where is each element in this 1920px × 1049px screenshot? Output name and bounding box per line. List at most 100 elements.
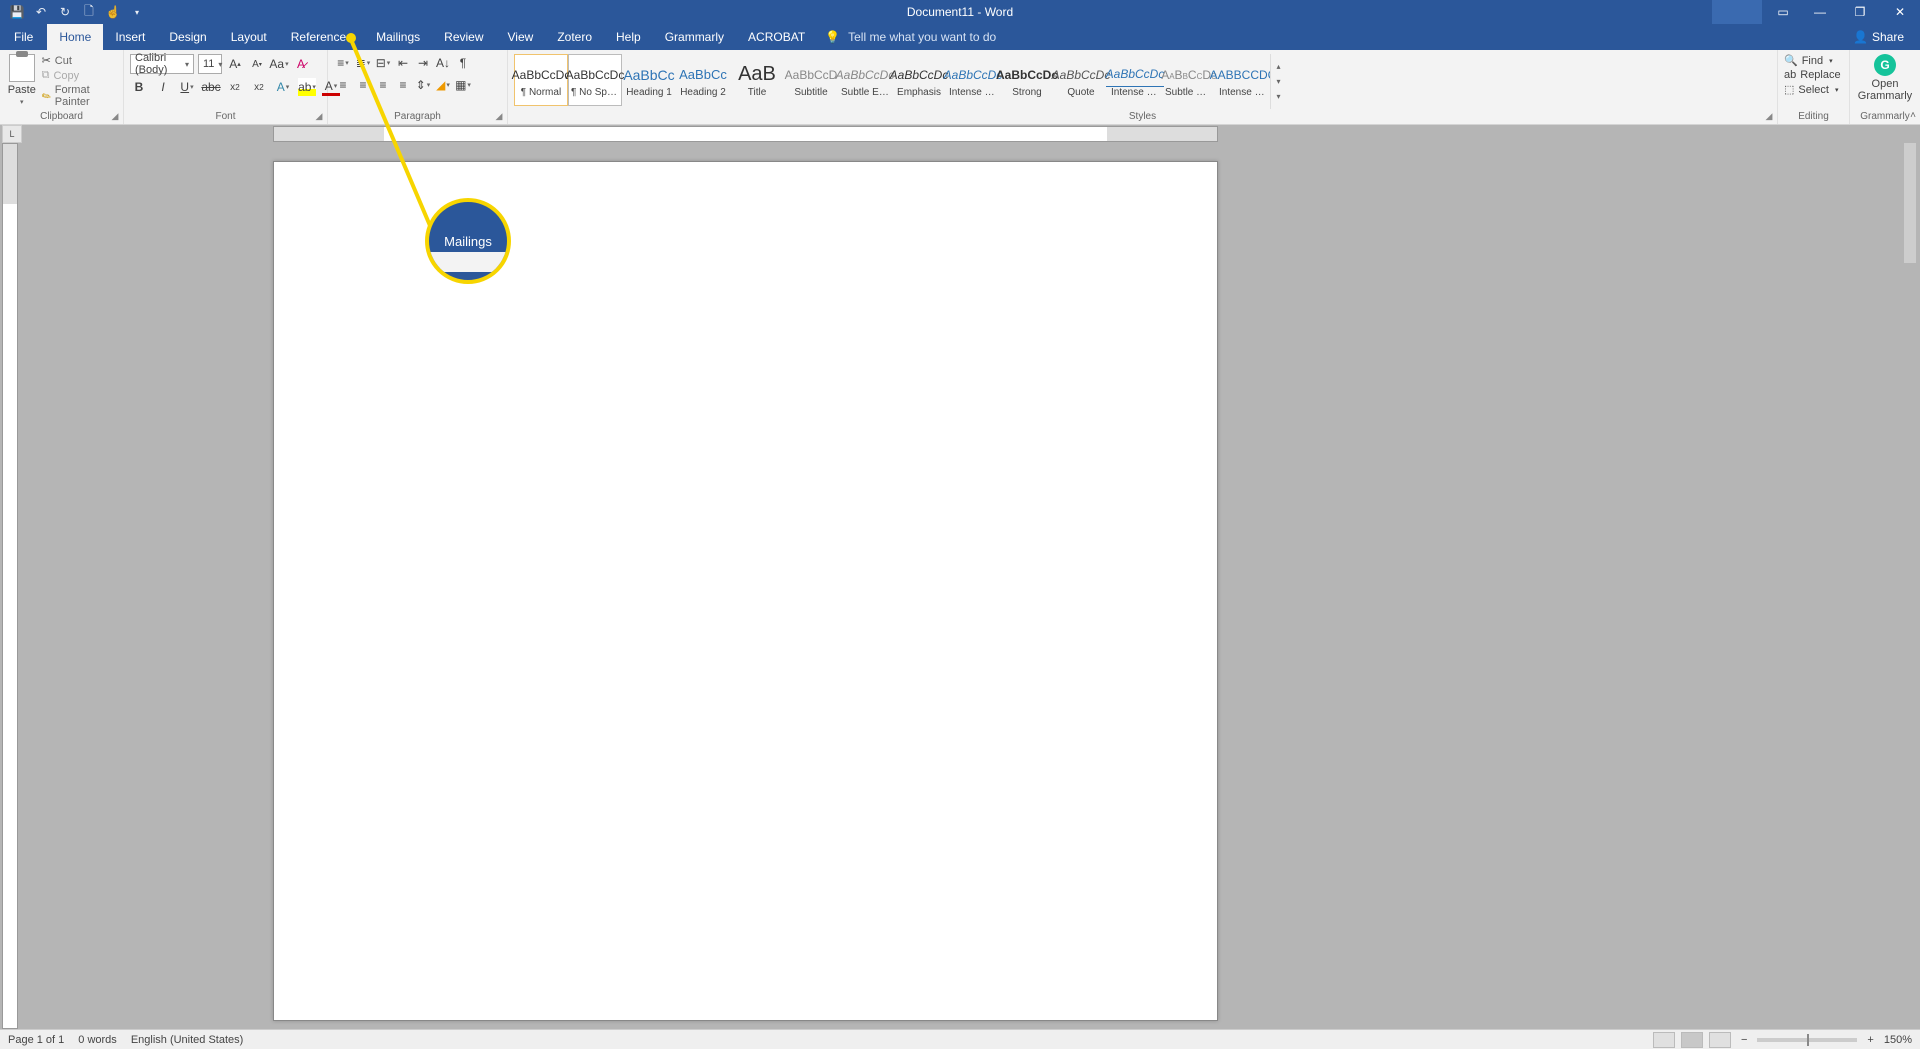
zoom-level[interactable]: 150% xyxy=(1884,1034,1912,1046)
line-spacing-icon[interactable]: ⇕ xyxy=(414,76,432,94)
save-icon[interactable]: 💾 xyxy=(10,5,24,19)
clipboard-dialog-launcher[interactable]: ◢ xyxy=(109,110,121,122)
align-right-icon[interactable]: ≡ xyxy=(374,76,392,94)
decrease-indent-icon[interactable]: ⇤ xyxy=(394,54,412,72)
style-emphasis[interactable]: AaBbCcDcEmphasis xyxy=(892,54,946,106)
shrink-font-icon[interactable]: A▾ xyxy=(248,55,266,73)
multilevel-list-icon[interactable]: ⊟ xyxy=(374,54,392,72)
tab-acrobat[interactable]: ACROBAT xyxy=(736,24,817,50)
copy-button[interactable]: Copy xyxy=(42,69,117,82)
increase-indent-icon[interactable]: ⇥ xyxy=(414,54,432,72)
qat-dropdown-icon[interactable]: ▾ xyxy=(130,5,144,19)
open-grammarly-button[interactable]: G Open Grammarly xyxy=(1856,54,1914,102)
status-language[interactable]: English (United States) xyxy=(131,1034,244,1046)
tab-layout[interactable]: Layout xyxy=(219,24,279,50)
tab-mailings[interactable]: Mailings xyxy=(364,24,432,50)
horizontal-ruler[interactable] xyxy=(273,126,1218,142)
styles-dialog-launcher[interactable]: ◢ xyxy=(1763,110,1775,122)
tab-grammarly[interactable]: Grammarly xyxy=(653,24,736,50)
borders-icon[interactable]: ▦ xyxy=(454,76,472,94)
clear-formatting-icon[interactable]: A̷ xyxy=(292,55,310,73)
zoom-slider[interactable] xyxy=(1757,1038,1857,1042)
read-mode-icon[interactable] xyxy=(1653,1032,1675,1048)
underline-icon[interactable]: U xyxy=(178,78,196,96)
superscript-icon[interactable]: x2 xyxy=(250,78,268,96)
tab-file[interactable]: File xyxy=(0,24,47,50)
zoom-in-icon[interactable]: + xyxy=(1863,1034,1877,1046)
undo-icon[interactable]: ↶ xyxy=(34,5,48,19)
paragraph-dialog-launcher[interactable]: ◢ xyxy=(493,110,505,122)
redo-icon[interactable]: ↻ xyxy=(58,5,72,19)
tell-me-search[interactable]: 💡 Tell me what you want to do xyxy=(825,24,996,50)
select-button[interactable]: ⬚Select▾ xyxy=(1784,83,1841,96)
tab-design[interactable]: Design xyxy=(157,24,218,50)
subscript-icon[interactable]: x2 xyxy=(226,78,244,96)
align-left-icon[interactable]: ≡ xyxy=(334,76,352,94)
account-button[interactable] xyxy=(1712,0,1762,24)
change-case-icon[interactable]: Aa xyxy=(270,55,288,73)
italic-icon[interactable]: I xyxy=(154,78,172,96)
web-layout-icon[interactable] xyxy=(1709,1032,1731,1048)
touch-mode-icon[interactable]: ☝ xyxy=(106,5,120,19)
vertical-ruler[interactable] xyxy=(2,143,18,1029)
close-icon[interactable]: ✕ xyxy=(1880,0,1920,24)
minimize-icon[interactable]: — xyxy=(1800,0,1840,24)
ribbon-display-icon[interactable]: ▭ xyxy=(1766,0,1800,24)
lightbulb-icon: 💡 xyxy=(825,30,840,44)
bullets-icon[interactable]: ≡ xyxy=(334,54,352,72)
font-name-combo[interactable]: Calibri (Body)▾ xyxy=(130,54,194,74)
sort-icon[interactable]: A↓ xyxy=(434,54,452,72)
paste-button[interactable]: Paste ▾ xyxy=(6,54,38,106)
text-effects-icon[interactable]: A xyxy=(274,78,292,96)
show-marks-icon[interactable]: ¶ xyxy=(454,54,472,72)
style-heading-2[interactable]: AaBbCcHeading 2 xyxy=(676,54,730,106)
tab-review[interactable]: Review xyxy=(432,24,495,50)
new-doc-icon[interactable]: 🗋 xyxy=(82,5,96,19)
window-title: Document11 - Word xyxy=(907,5,1013,19)
replace-button[interactable]: abReplace xyxy=(1784,69,1841,81)
tab-zotero[interactable]: Zotero xyxy=(545,24,604,50)
bold-icon[interactable]: B xyxy=(130,78,148,96)
status-words[interactable]: 0 words xyxy=(78,1034,117,1046)
tab-insert[interactable]: Insert xyxy=(103,24,157,50)
find-button[interactable]: 🔍Find▾ xyxy=(1784,54,1841,67)
justify-icon[interactable]: ≡ xyxy=(394,76,412,94)
grow-font-icon[interactable]: A▴ xyxy=(226,55,244,73)
style-intense-e-[interactable]: AaBbCcDcIntense E… xyxy=(946,54,1000,106)
style-title[interactable]: AaBTitle xyxy=(730,54,784,106)
share-icon: 👤 xyxy=(1853,30,1868,44)
styles-more-button[interactable]: ▴▾▾ xyxy=(1270,54,1286,109)
tab-home[interactable]: Home xyxy=(47,24,103,50)
format-painter-button[interactable]: Format Painter xyxy=(42,84,117,108)
style-heading-1[interactable]: AaBbCcHeading 1 xyxy=(622,54,676,106)
style-intense-q-[interactable]: AaBbCcDcIntense Q… xyxy=(1108,54,1162,106)
style-subtle-ref-[interactable]: AaBbCcDcSubtle Ref… xyxy=(1162,54,1216,106)
style---no-spac-[interactable]: AaBbCcDc¶ No Spac… xyxy=(568,54,622,106)
cut-button[interactable]: Cut xyxy=(42,54,117,67)
group-editing: 🔍Find▾ abReplace ⬚Select▾ Editing xyxy=(1778,50,1850,124)
tab-help[interactable]: Help xyxy=(604,24,653,50)
restore-icon[interactable]: ❐ xyxy=(1840,0,1880,24)
style-quote[interactable]: AaBbCcDcQuote xyxy=(1054,54,1108,106)
vertical-scrollbar[interactable] xyxy=(1904,143,1916,1025)
tab-selector[interactable]: L xyxy=(2,125,22,143)
collapse-ribbon-icon[interactable]: ˄ xyxy=(1910,110,1916,121)
style-subtitle[interactable]: AaBbCcDSubtitle xyxy=(784,54,838,106)
share-button[interactable]: 👤 Share xyxy=(1837,24,1920,50)
status-page[interactable]: Page 1 of 1 xyxy=(8,1034,64,1046)
style-intense-re-[interactable]: AABBCCDCIntense Re… xyxy=(1216,54,1270,106)
font-dialog-launcher[interactable]: ◢ xyxy=(313,110,325,122)
highlight-icon[interactable]: ab xyxy=(298,78,316,96)
window-controls: ▭ — ❐ ✕ xyxy=(1712,0,1920,24)
style---normal[interactable]: AaBbCcDc¶ Normal xyxy=(514,54,568,106)
scroll-thumb[interactable] xyxy=(1904,143,1916,263)
style-subtle-em-[interactable]: AaBbCcDcSubtle Em… xyxy=(838,54,892,106)
font-size-combo[interactable]: 11▾ xyxy=(198,54,222,74)
strikethrough-icon[interactable]: abc xyxy=(202,78,220,96)
print-layout-icon[interactable] xyxy=(1681,1032,1703,1048)
shading-icon[interactable]: ◢ xyxy=(434,76,452,94)
tab-view[interactable]: View xyxy=(496,24,546,50)
zoom-out-icon[interactable]: − xyxy=(1737,1034,1751,1046)
style-strong[interactable]: AaBbCcDcStrong xyxy=(1000,54,1054,106)
document-page[interactable] xyxy=(273,161,1218,1021)
